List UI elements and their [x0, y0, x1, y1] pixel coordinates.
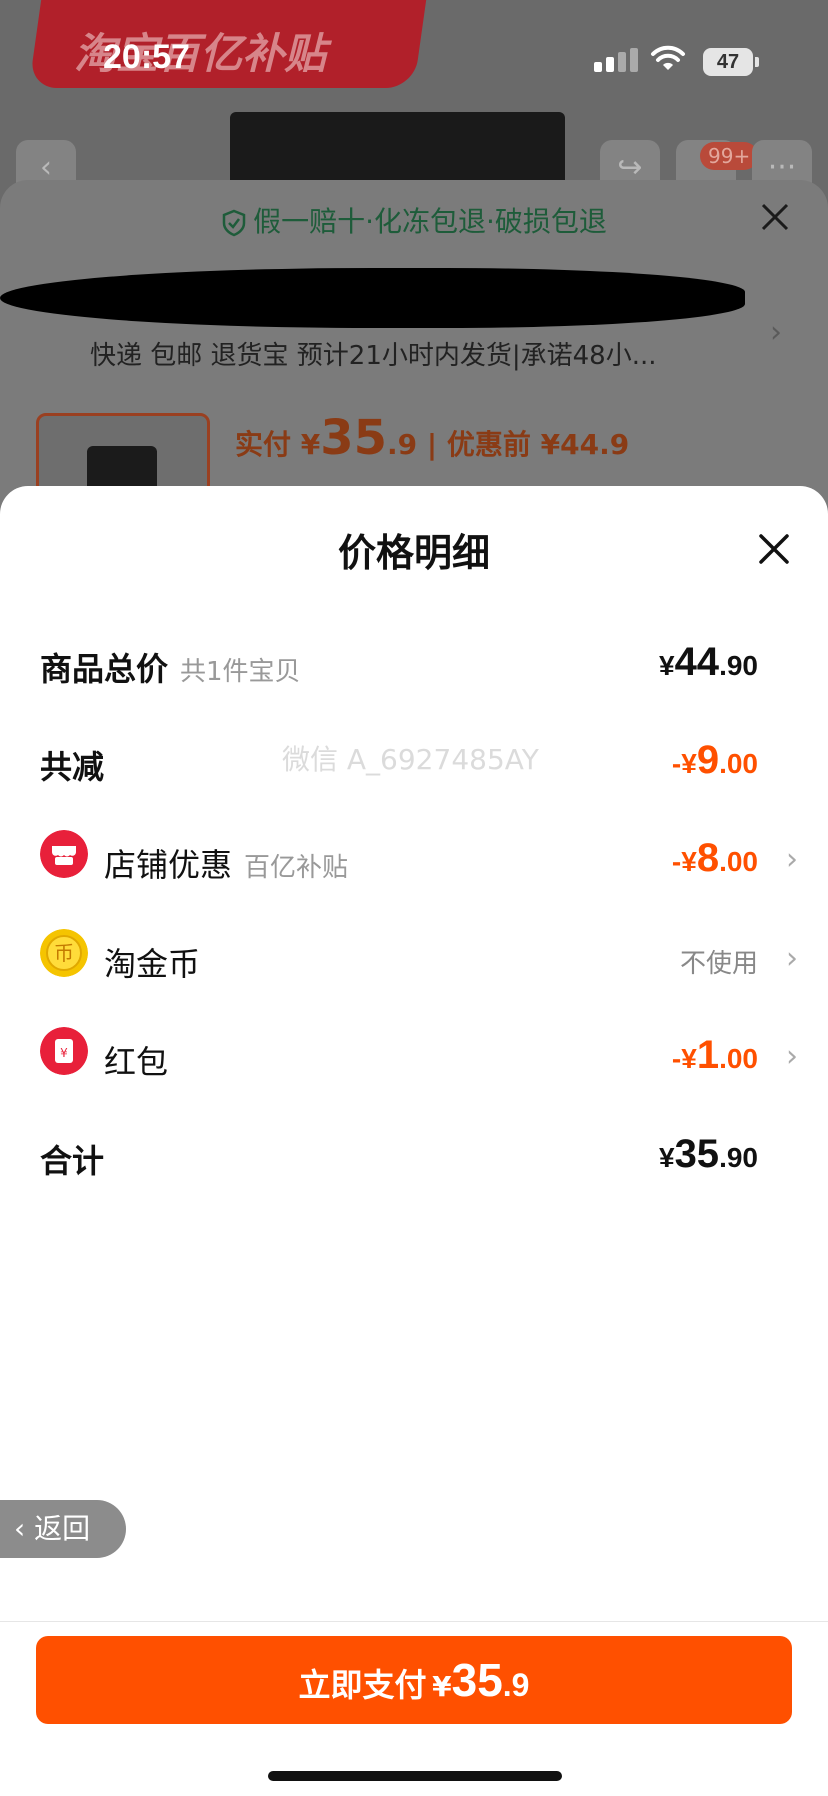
price-details-modal: 价格明细 商品总价 共1件宝贝 ¥44.90 共减 -¥9.00 店铺优惠 百亿补贴… — [0, 486, 828, 1796]
red-packet-value: -¥1.00 — [671, 1033, 758, 1077]
taojinbi-value: 不使用 — [679, 949, 758, 979]
item-total-value: ¥44.90 — [658, 640, 758, 684]
wifi-icon — [651, 45, 685, 70]
divider — [0, 1621, 828, 1622]
row-taojinbi[interactable]: 币 淘金币 不使用 › — [40, 929, 798, 989]
shop-icon — [40, 830, 88, 878]
back-button[interactable]: ‹ 返回 — [0, 1500, 126, 1558]
paid-price: 实付 ¥35.9 | 优惠前 ¥44.9 — [235, 410, 630, 466]
chevron-left-icon: ‹ — [14, 1512, 35, 1545]
red-packet-icon: ¥ — [40, 1027, 88, 1075]
cart-badge: 99+ — [700, 142, 759, 170]
chevron-right-icon: › — [786, 941, 798, 976]
home-indicator — [268, 1771, 562, 1781]
total-discount-label: 共减 — [40, 748, 105, 786]
pay-now-button[interactable]: 立即支付 ¥35.9 — [36, 1636, 792, 1724]
grand-total-label: 合计 — [40, 1142, 105, 1180]
shop-discount-sub: 百亿补贴 — [244, 853, 349, 883]
chevron-right-icon[interactable]: › — [770, 315, 782, 350]
close-icon[interactable] — [760, 202, 790, 232]
status-bar: 20:57 47 — [0, 0, 828, 120]
battery-icon: 47 — [703, 48, 759, 76]
delivery-info: 快递 包邮 退货宝 预计21小时内发货|承诺48小... — [90, 341, 657, 371]
shield-check-icon — [222, 209, 246, 237]
taojinbi-label: 淘金币 — [104, 945, 201, 983]
redacted-address — [0, 268, 745, 328]
modal-title: 价格明细 — [337, 531, 490, 575]
svg-text:币: 币 — [54, 941, 74, 965]
row-item-total: 商品总价 共1件宝贝 ¥44.90 — [40, 634, 758, 694]
chevron-right-icon: › — [786, 842, 798, 877]
red-packet-label: 红包 — [104, 1043, 169, 1081]
shop-discount-value: -¥8.00 — [671, 836, 758, 880]
item-total-label: 商品总价 — [40, 650, 169, 688]
item-count: 共1件宝贝 — [180, 657, 301, 687]
chevron-right-icon: › — [786, 1039, 798, 1074]
row-grand-total: 合计 ¥35.90 — [40, 1126, 758, 1186]
shop-discount-label: 店铺优惠 — [104, 846, 233, 884]
total-discount-value: -¥9.00 — [671, 738, 758, 782]
guarantee-line: 假一赔十·化冻包退·破损包退 — [0, 200, 828, 240]
coin-icon: 币 — [40, 929, 88, 977]
guarantee-text: 假一赔十·化冻包退·破损包退 — [253, 205, 607, 238]
close-icon[interactable] — [757, 532, 791, 566]
signal-icon — [594, 48, 642, 72]
grand-total-value: ¥35.90 — [658, 1132, 758, 1176]
svg-text:¥: ¥ — [60, 1046, 68, 1060]
row-shop-discount[interactable]: 店铺优惠 百亿补贴 -¥8.00 › — [40, 830, 798, 890]
row-red-packet[interactable]: ¥ 红包 -¥1.00 › — [40, 1027, 798, 1087]
watermark: 微信 A_6927485AY — [282, 743, 539, 776]
status-time: 20:57 — [103, 38, 190, 76]
